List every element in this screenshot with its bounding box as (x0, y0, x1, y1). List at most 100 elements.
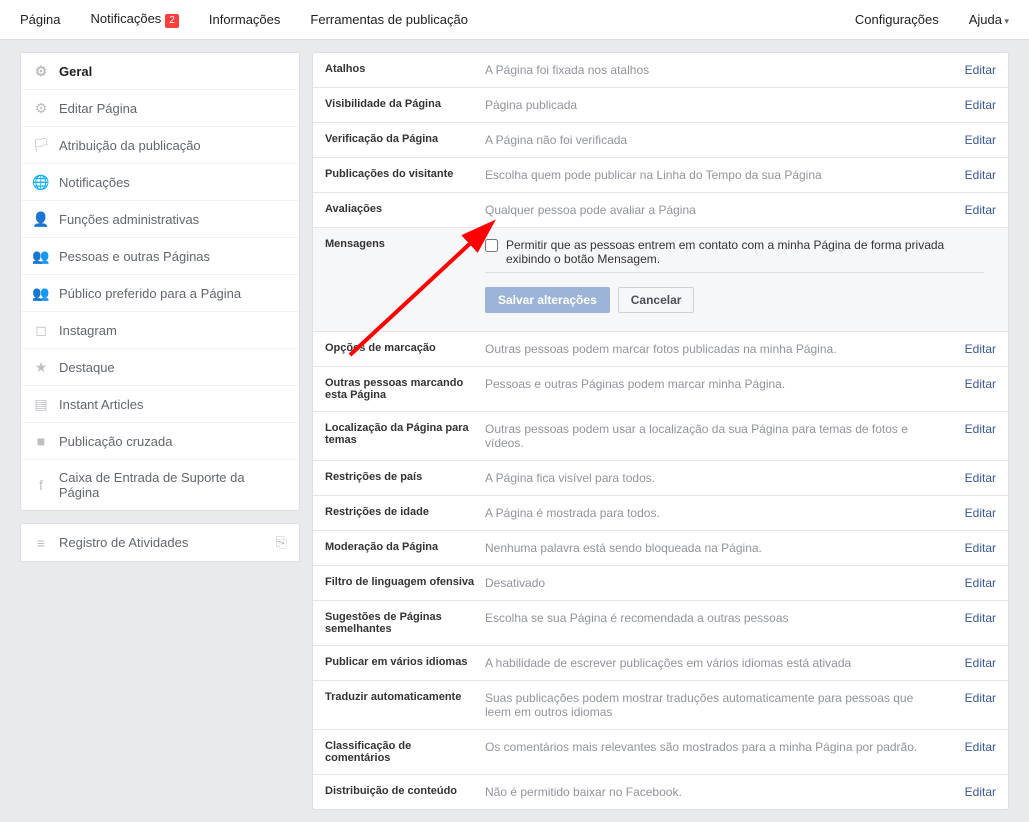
sidebar-people-pages-icon: 👥 (33, 248, 49, 264)
sidebar-instant-articles[interactable]: ▤ Instant Articles (21, 386, 299, 423)
settings-row: Distribuição de conteúdoNão é permitido … (313, 775, 1008, 809)
cancel-button[interactable]: Cancelar (618, 287, 695, 313)
sidebar-item-label: Atribuição da publicação (59, 138, 201, 153)
sidebar-featured[interactable]: ★Destaque (21, 349, 299, 386)
sidebar-instant-articles-icon: ▤ (33, 396, 49, 412)
sidebar-crossposting[interactable]: ■ Publicação cruzada (21, 423, 299, 460)
edit-link[interactable]: Editar (965, 656, 996, 670)
settings-row-label: Moderação da Página (325, 541, 485, 553)
settings-row: Visibilidade da PáginaPágina publicada Ed… (313, 88, 1008, 123)
sidebar-support-inbox[interactable]: f Caixa de Entrada de Suporte da Página (21, 460, 299, 510)
edit-link[interactable]: Editar (965, 133, 996, 147)
edit-link[interactable]: Editar (965, 691, 996, 705)
settings-row-label: Atalhos (325, 63, 485, 75)
edit-link[interactable]: Editar (965, 168, 996, 182)
settings-row-label: Visibilidade da Página (325, 98, 485, 110)
sidebar-post-attribution[interactable]: 🏳 Atribuição da publicação (21, 127, 299, 164)
sidebar-crossposting-icon: ■ (33, 433, 49, 449)
sidebar-notifications[interactable]: 🌐 Notificações (21, 164, 299, 201)
settings-row-label: Publicações do visitante (325, 168, 485, 180)
sidebar-item-label: Notificações (59, 175, 130, 190)
sidebar-activity-log[interactable]: ≡Registro de Atividades⎘ (21, 524, 299, 561)
settings-row-value: Pessoas e outras Páginas podem marcar mi… (485, 377, 946, 391)
sidebar-item-label: Público preferido para a Página (59, 286, 241, 301)
settings-row-value: A habilidade de escrever publicações em … (485, 656, 946, 670)
edit-link[interactable]: Editar (965, 342, 996, 356)
sidebar-item-label: Instagram (59, 323, 117, 338)
settings-row-label: Verificação da Página (325, 133, 485, 145)
nav-help[interactable]: Ajuda (969, 12, 1009, 27)
settings-row-value: Escolha se sua Página é recomendada a ou… (485, 611, 946, 625)
sidebar-item-label: Caixa de Entrada de Suporte da Página (59, 470, 287, 500)
sidebar-item-label: Registro de Atividades (59, 535, 188, 550)
settings-row-value: Página publicada (485, 98, 946, 112)
sidebar-support-inbox-icon: f (33, 477, 49, 493)
edit-link[interactable]: Editar (965, 63, 996, 77)
settings-row: Sugestões de Páginas semelhantesEscolha … (313, 601, 1008, 646)
settings-row: Filtro de linguagem ofensivaDesativadoEd… (313, 566, 1008, 601)
nav-info[interactable]: Informações (209, 12, 281, 27)
nav-publishing-tools[interactable]: Ferramentas de publicação (310, 12, 468, 27)
settings-row-value: Não é permitido baixar no Facebook. (485, 785, 946, 799)
settings-row-value: A Página fica visível para todos. (485, 471, 946, 485)
settings-row: Classificação de comentáriosOs comentári… (313, 730, 1008, 775)
sidebar-people-pages[interactable]: 👥 Pessoas e outras Páginas (21, 238, 299, 275)
settings-row: Publicar em vários idiomasA habilidade d… (313, 646, 1008, 681)
settings-row-label: Restrições de país (325, 471, 485, 483)
settings-row-label: Classificação de comentários (325, 740, 485, 764)
sidebar-item-label: Funções administrativas (59, 212, 199, 227)
settings-row-value: Escolha quem pode publicar na Linha do T… (485, 168, 946, 182)
nav-page[interactable]: Página (20, 12, 60, 27)
edit-link[interactable]: Editar (965, 98, 996, 112)
edit-link[interactable]: Editar (965, 471, 996, 485)
sidebar-notifications-icon: 🌐 (33, 174, 49, 190)
edit-link[interactable]: Editar (965, 785, 996, 799)
sidebar-instagram[interactable]: ◻ Instagram (21, 312, 299, 349)
settings-row: Traduzir automaticamenteSuas publicações… (313, 681, 1008, 730)
sidebar-post-attribution-icon: 🏳 (33, 137, 49, 153)
messages-allow-checkbox[interactable] (485, 239, 498, 252)
settings-row-value: Os comentários mais relevantes são mostr… (485, 740, 946, 754)
sidebar-preferred-audience[interactable]: 👥 Público preferido para a Página (21, 275, 299, 312)
settings-row: Opções de marcaçãoOutras pessoas podem m… (313, 332, 1008, 367)
notification-badge: 2 (165, 14, 179, 28)
settings-row: Localização da Página para temasOutras p… (313, 412, 1008, 461)
settings-row-value: Nenhuma palavra está sendo bloqueada na … (485, 541, 946, 555)
settings-row: Verificação da PáginaA Página não foi ve… (313, 123, 1008, 158)
sidebar-preferred-audience-icon: 👥 (33, 285, 49, 301)
exit-icon: ⎘ (276, 534, 287, 551)
sidebar-item-label: Editar Página (59, 101, 137, 116)
sidebar-item-label: Instant Articles (59, 397, 144, 412)
settings-row: Restrições de paísA Página fica visível … (313, 461, 1008, 496)
settings-row: Publicações do visitanteEscolha quem pod… (313, 158, 1008, 193)
edit-link[interactable]: Editar (965, 422, 996, 436)
settings-row-value: Desativado (485, 576, 946, 590)
edit-link[interactable]: Editar (965, 203, 996, 217)
sidebar-instagram-icon: ◻ (33, 322, 49, 338)
edit-link[interactable]: Editar (965, 740, 996, 754)
settings-row-label: Distribuição de conteúdo (325, 785, 485, 797)
sidebar-edit-page[interactable]: ⚙Editar Página (21, 90, 299, 127)
edit-link[interactable]: Editar (965, 506, 996, 520)
messages-allow-checkbox-row[interactable]: Permitir que as pessoas entrem em contat… (485, 238, 984, 273)
settings-row: Moderação da PáginaNenhuma palavra está … (313, 531, 1008, 566)
settings-row-label: Mensagens (325, 238, 485, 250)
settings-row: Restrições de idadeA Página é mostrada p… (313, 496, 1008, 531)
settings-row-value: A Página é mostrada para todos. (485, 506, 946, 520)
settings-row-value: Suas publicações podem mostrar traduções… (485, 691, 946, 719)
sidebar-admin-roles[interactable]: 👤Funções administrativas (21, 201, 299, 238)
edit-link[interactable]: Editar (965, 611, 996, 625)
nav-settings[interactable]: Configurações (855, 12, 939, 27)
edit-link[interactable]: Editar (965, 576, 996, 590)
sidebar-general[interactable]: ⚙Geral (21, 53, 299, 90)
settings-row-label: Opções de marcação (325, 342, 485, 354)
settings-row: Outras pessoas marcando esta PáginaPesso… (313, 367, 1008, 412)
settings-row-label: Avaliações (325, 203, 485, 215)
edit-link[interactable]: Editar (965, 541, 996, 555)
save-changes-button[interactable]: Salvar alterações (485, 287, 610, 313)
settings-row-value: A Página foi fixada nos atalhos (485, 63, 946, 77)
nav-notifications[interactable]: Notificações2 (90, 11, 178, 28)
sidebar-item-label: Pessoas e outras Páginas (59, 249, 210, 264)
sidebar-item-label: Publicação cruzada (59, 434, 172, 449)
edit-link[interactable]: Editar (965, 377, 996, 391)
